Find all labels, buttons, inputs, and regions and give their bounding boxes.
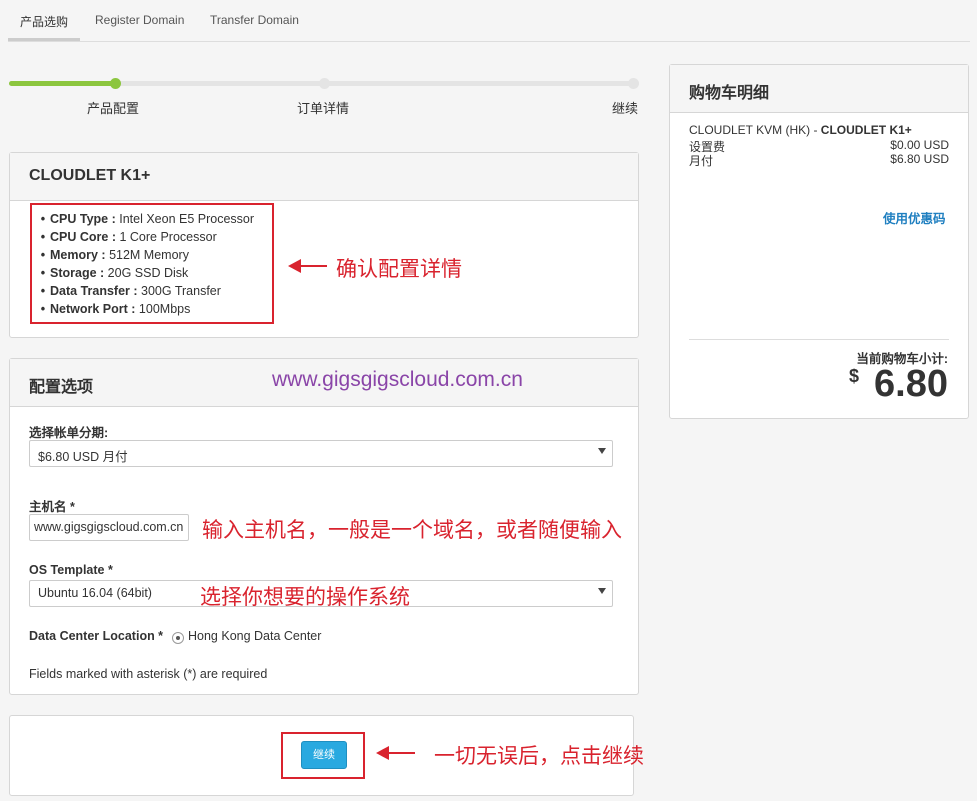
chevron-down-icon [598,448,606,454]
step-dot-review [319,78,330,89]
continue-button[interactable]: 继续 [301,741,347,769]
cart-product-name: CLOUDLET K1+ [820,123,912,137]
hostname-input[interactable]: www.gigsgigscloud.com.cn [29,514,189,541]
annotation-continue: 一切无误后，点击继续 [434,745,644,768]
cart-title: 购物车明细 [670,65,968,113]
steps-progress-fill [9,81,117,86]
step-label-review: 订单详情 [297,101,350,116]
feature-name: CPU Core : [50,230,116,244]
feature-data-transfer: Data Transfer : 300G Transfer [36,282,272,300]
cart-total: 6.80 [874,363,948,405]
annotation-arrow-icon [288,259,327,273]
os-template-value: Ubuntu 16.04 (64bit) [38,586,152,600]
annotation-arrow-icon [376,746,415,760]
data-center-option: Hong Kong Data Center [188,629,322,643]
feature-cpu-core: CPU Core : 1 Core Processor [36,228,272,246]
step-dot-configure [110,78,121,89]
annotation-hostname: 输入主机名，一般是一个域名，或者随便输入 [202,519,622,542]
billing-cycle-select[interactable]: $6.80 USD 月付 [29,440,613,467]
tab-bar: 产品选购 Register Domain Transfer Domain [8,0,970,42]
order-steps: 产品配置 订单详情 继续 [9,78,639,118]
feature-value: 512M Memory [109,248,189,262]
feature-cpu-type: CPU Type : Intel Xeon E5 Processor [36,210,272,228]
feature-value: 300G Transfer [141,284,221,298]
data-center-radio[interactable] [172,632,184,644]
feature-name: CPU Type : [50,212,116,226]
required-note: Fields marked with asterisk (*) are requ… [29,667,268,681]
annotation-os: 选择你想要的操作系统 [200,586,410,609]
feature-value: 1 Core Processor [119,230,217,244]
feature-network-port: Network Port : 100Mbps [36,300,272,318]
tab-register-domain[interactable]: Register Domain [95,13,184,27]
data-center-label: Data Center Location * [29,629,164,643]
cart-setup-value: $0.00 USD [890,138,949,152]
billing-cycle-label: 选择帐单分期: [29,426,109,440]
feature-name: Data Transfer : [50,284,138,298]
os-template-label: OS Template * [29,563,113,577]
product-feature-list: CPU Type : Intel Xeon E5 Processor CPU C… [32,205,272,318]
tab-products[interactable]: 产品选购 [20,13,68,30]
cart-product: CLOUDLET KVM (HK) - CLOUDLET K1+ [689,123,912,137]
billing-cycle-value: $6.80 USD 月付 [38,450,128,464]
feature-value: 20G SSD Disk [107,266,189,280]
annotation-confirm: 确认配置详情 [336,258,462,281]
feature-memory: Memory : 512M Memory [36,246,272,264]
feature-name: Memory : [50,248,106,262]
cart-monthly-label: 月付 [689,154,714,168]
cart-currency: $ [849,366,860,386]
feature-value: Intel Xeon E5 Processor [119,212,255,226]
product-features-highlight: CPU Type : Intel Xeon E5 Processor CPU C… [30,203,274,324]
feature-value: 100Mbps [138,302,191,316]
active-tab-indicator [8,38,80,41]
step-label-checkout: 继续 [612,101,639,116]
feature-name: Network Port : [50,302,136,316]
product-title: CLOUDLET K1+ [10,153,638,201]
coupon-link[interactable]: 使用优惠码 [883,208,946,227]
feature-storage: Storage : 20G SSD Disk [36,264,272,282]
watermark: www.gigsgigscloud.com.cn [272,368,523,391]
feature-name: Storage : [50,266,105,280]
cart-monthly-value: $6.80 USD [890,152,949,166]
chevron-down-icon [598,588,606,594]
tab-transfer-domain[interactable]: Transfer Domain [210,13,299,27]
cart-divider [689,339,949,340]
hostname-label: 主机名 * [29,500,75,514]
cart-product-prefix: CLOUDLET KVM (HK) - [689,123,821,137]
step-dot-checkout [628,78,639,89]
step-label-configure: 产品配置 [87,101,140,116]
